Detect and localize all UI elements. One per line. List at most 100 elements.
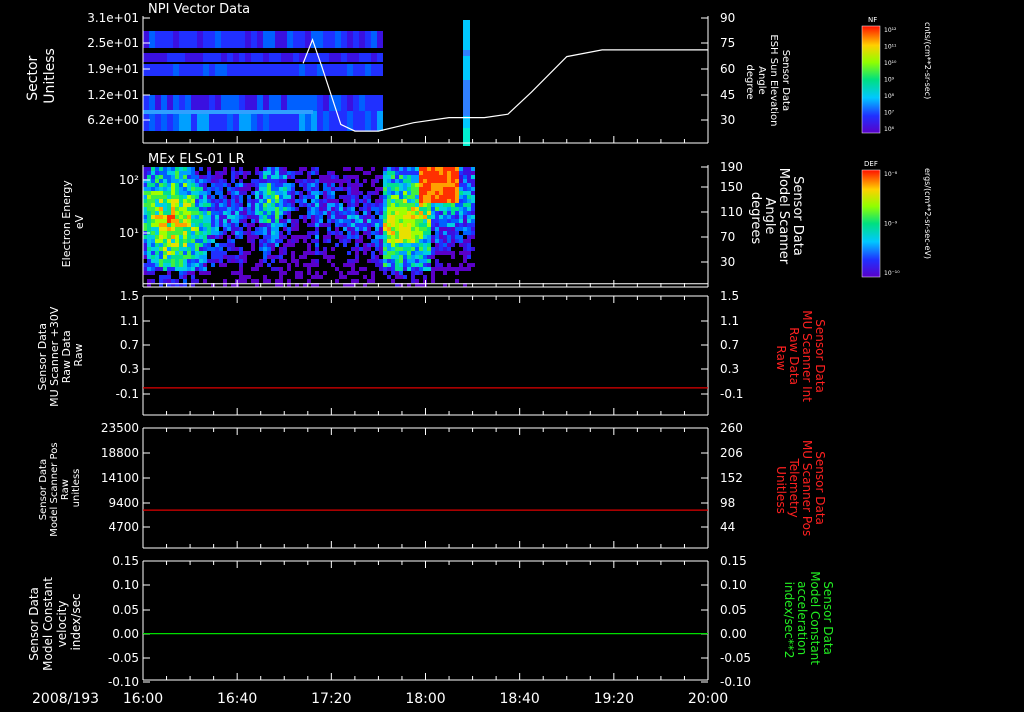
panel2-cell bbox=[267, 223, 271, 227]
panel2-cell bbox=[215, 207, 219, 211]
panel2-cell bbox=[147, 227, 151, 231]
panel2-cell bbox=[187, 167, 191, 171]
panel2-cell bbox=[219, 191, 223, 195]
panel2-cell bbox=[175, 263, 179, 267]
panel2-cell bbox=[423, 215, 427, 219]
panel2-cell bbox=[255, 187, 259, 191]
panel2-cell bbox=[299, 167, 303, 171]
panel2-cell bbox=[383, 267, 387, 271]
panel2-cell bbox=[283, 191, 287, 195]
panel2-cell bbox=[263, 171, 267, 175]
panel2-cell bbox=[267, 199, 271, 203]
panel2-cell bbox=[311, 167, 315, 171]
panel2-cell bbox=[459, 267, 463, 271]
panel2-cell bbox=[371, 279, 375, 283]
panel2-cell bbox=[375, 191, 379, 195]
panel2-cell bbox=[203, 247, 207, 251]
panel3-ylabel-left: Sensor Data MU Scanner +30V Raw Data Raw bbox=[36, 303, 85, 407]
panel2-cell bbox=[323, 203, 327, 207]
panel2-cell bbox=[463, 191, 467, 195]
panel2-cell bbox=[239, 207, 243, 211]
panel2-cell bbox=[423, 191, 427, 195]
panel2-cell bbox=[399, 263, 403, 267]
panel2-cell bbox=[219, 171, 223, 175]
panel2-cell bbox=[219, 211, 223, 215]
panel2-cell bbox=[471, 191, 475, 195]
panel2-cell bbox=[239, 183, 243, 187]
panel2-cell bbox=[187, 263, 191, 267]
panel2-cell bbox=[363, 223, 367, 227]
panel2-cell bbox=[151, 223, 155, 227]
panel2-cell bbox=[451, 195, 455, 199]
panel2-cell bbox=[271, 215, 275, 219]
panel2-cell bbox=[403, 215, 407, 219]
panel5-ytick-left-label: 0.00 bbox=[112, 627, 139, 641]
panel2-cell bbox=[179, 231, 183, 235]
panel1-cell bbox=[305, 95, 311, 111]
panel2-cell bbox=[251, 243, 255, 247]
panel2-cell bbox=[383, 243, 387, 247]
panel2-cell bbox=[187, 179, 191, 183]
panel1-cell bbox=[251, 53, 257, 62]
panel2-cell bbox=[203, 243, 207, 247]
panel2-cell bbox=[399, 179, 403, 183]
panel2-cell bbox=[347, 235, 351, 239]
panel2-cell bbox=[431, 183, 435, 187]
panel2-cell bbox=[431, 255, 435, 259]
panel2-cell bbox=[439, 203, 443, 207]
panel1-cell bbox=[197, 53, 203, 62]
panel2-cell bbox=[359, 219, 363, 223]
panel2-cell bbox=[415, 271, 419, 275]
panel2-cell bbox=[363, 219, 367, 223]
panel2-cell bbox=[347, 263, 351, 267]
panel2-cell bbox=[391, 167, 395, 171]
panel2-cell bbox=[219, 223, 223, 227]
panel2-cell bbox=[343, 223, 347, 227]
panel2-cell bbox=[215, 255, 219, 259]
panel2-cell bbox=[287, 199, 291, 203]
panel2-cell bbox=[207, 227, 211, 231]
panel2-cell bbox=[235, 183, 239, 187]
panel2-cell bbox=[403, 251, 407, 255]
panel2-cell bbox=[339, 207, 343, 211]
panel2-cell bbox=[415, 247, 419, 251]
panel2-cell bbox=[151, 179, 155, 183]
colorbar-def-tick: 10⁻¹⁰ bbox=[884, 270, 900, 277]
panel2-cell bbox=[407, 263, 411, 267]
panel2-cell bbox=[263, 275, 267, 279]
panel2-cell bbox=[327, 219, 331, 223]
panel2-cell bbox=[431, 179, 435, 183]
panel2-cell bbox=[411, 191, 415, 195]
panel2-cell bbox=[223, 215, 227, 219]
panel2-cell bbox=[359, 183, 363, 187]
panel2-cell bbox=[387, 183, 391, 187]
panel2-cell bbox=[467, 235, 471, 239]
panel2-cell bbox=[211, 247, 215, 251]
panel2-cell bbox=[195, 203, 199, 207]
panel2-cell bbox=[147, 183, 151, 187]
panel2-cell bbox=[271, 175, 275, 179]
panel2-cell bbox=[439, 227, 443, 231]
panel2-ylabel-right-4: degrees bbox=[748, 192, 763, 245]
panel2-cell bbox=[379, 211, 383, 215]
panel2-cell bbox=[403, 183, 407, 187]
panel2-cell bbox=[395, 243, 399, 247]
panel2-cell bbox=[355, 219, 359, 223]
panel2-cell bbox=[235, 195, 239, 199]
panel2-cell bbox=[399, 175, 403, 179]
panel2-cell bbox=[183, 239, 187, 243]
panel2-cell bbox=[207, 211, 211, 215]
panel2-cell bbox=[415, 167, 419, 171]
panel1-cell bbox=[161, 64, 167, 76]
panel2-cell bbox=[147, 263, 151, 267]
panel1-cell bbox=[221, 64, 227, 76]
panel2-cell bbox=[143, 211, 147, 215]
panel2-cell bbox=[427, 251, 431, 255]
panel2-cell bbox=[403, 259, 407, 263]
panel2-cell bbox=[247, 199, 251, 203]
panel2-cell bbox=[259, 191, 263, 195]
panel2-cell bbox=[347, 167, 351, 171]
panel2-cell bbox=[151, 279, 155, 283]
panel2-cell bbox=[279, 271, 283, 275]
panel2-cell bbox=[235, 219, 239, 223]
